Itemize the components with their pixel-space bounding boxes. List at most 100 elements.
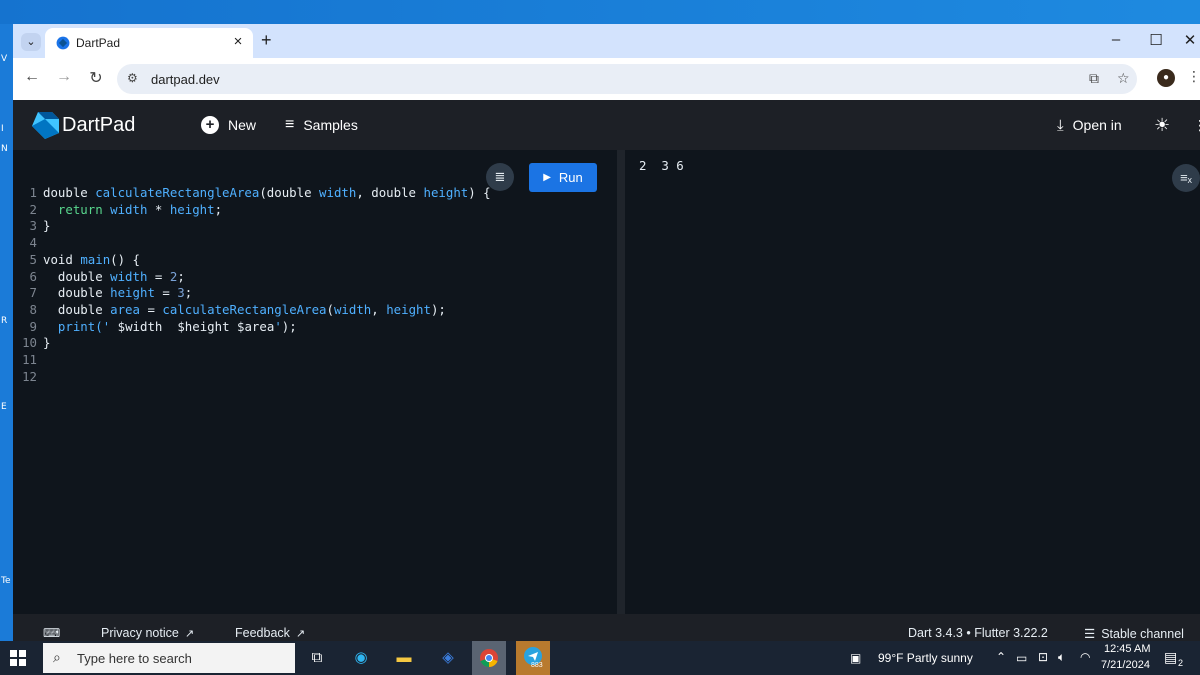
code-token: ;	[214, 201, 223, 217]
code-token: $height	[177, 318, 230, 334]
code-line[interactable]: 4	[13, 234, 43, 251]
profile-avatar[interactable]: ●	[1157, 69, 1175, 87]
format-button[interactable]: ≣	[486, 163, 514, 191]
samples-button[interactable]: ≡ Samples	[285, 100, 358, 150]
windows-start-icon[interactable]	[10, 650, 26, 666]
code-line[interactable]: 10}	[13, 334, 50, 351]
code-line[interactable]: 2 return width * height;	[13, 201, 223, 218]
browser-menu-icon[interactable]: ⋮	[1187, 68, 1200, 85]
desktop-background	[0, 0, 1200, 24]
tab-dartpad[interactable]: DartPad ×	[45, 28, 253, 58]
code-line[interactable]: 8 double area = calculateRectangleArea(w…	[13, 301, 446, 318]
battery-icon[interactable]: ▭	[1016, 651, 1027, 665]
code-token: width	[110, 201, 148, 217]
browser-toolbar: ← → ↻ ⚙ dartpad.dev ⧉ ☆ ● ⋮	[13, 58, 1200, 100]
volume-icon[interactable]: 🔈︎	[1058, 650, 1065, 665]
code-token: height	[423, 185, 469, 200]
tab-search-button[interactable]: ⌄	[21, 33, 41, 51]
code-line[interactable]: 6 double width = 2;	[13, 268, 185, 285]
line-number: 10	[22, 335, 37, 351]
desktop-icon-label: E	[1, 402, 7, 412]
code-token: ) {	[468, 185, 491, 200]
site-info-icon[interactable]: ⚙	[127, 71, 138, 85]
forward-icon[interactable]: →	[54, 68, 74, 86]
keyboard-icon[interactable]: ⌨	[43, 626, 60, 640]
app-store-icon[interactable]: ◈	[436, 646, 460, 670]
weather-text[interactable]: 99°F Partly sunny	[878, 651, 973, 665]
code-line[interactable]: 7 double height = 3;	[13, 284, 193, 301]
maximize-icon[interactable]: ☐	[1146, 31, 1166, 49]
meet-now-icon[interactable]: ⊡	[1038, 650, 1048, 664]
code-token: =	[139, 301, 163, 317]
feedback-link[interactable]: Feedback ↗	[235, 626, 305, 640]
code-token: ('	[95, 318, 118, 334]
code-editor[interactable]: 1 double calculateRectangleArea(double wi…	[13, 150, 617, 614]
open-in-button[interactable]: ⤓ Open in	[1057, 100, 1122, 150]
code-line[interactable]: 1 double calculateRectangleArea(double wi…	[13, 184, 491, 201]
more-menu-icon[interactable]: ⋮	[1193, 100, 1200, 150]
back-icon[interactable]: ←	[22, 68, 42, 86]
console-text: 2 3 6	[639, 158, 684, 173]
code-token: $width	[117, 318, 163, 334]
code-token: double	[43, 268, 111, 284]
code-token: height	[386, 301, 431, 317]
weather-icon[interactable]: ▣	[850, 651, 861, 665]
open-in-label: Open in	[1072, 117, 1122, 133]
feedback-label: Feedback	[235, 626, 290, 640]
minimize-icon[interactable]: –	[1106, 31, 1126, 48]
line-number: 3	[29, 218, 37, 234]
line-number: 8	[29, 301, 37, 317]
code-token: =	[154, 285, 178, 301]
task-view-icon[interactable]: ⧉	[305, 646, 329, 670]
tab-title: DartPad	[76, 36, 121, 50]
telegram-badge: 883	[531, 662, 543, 669]
line-number: 6	[29, 268, 37, 284]
chrome-icon	[480, 649, 498, 667]
chevron-up-icon[interactable]: ⌃	[996, 650, 1006, 664]
wifi-icon[interactable]: ◠	[1080, 650, 1090, 664]
code-token: height	[169, 201, 215, 217]
code-token: width	[319, 185, 357, 200]
new-label: New	[228, 117, 257, 133]
clock-time[interactable]: 12:45 AM	[1104, 643, 1150, 655]
code-line[interactable]: 12	[13, 368, 43, 385]
line-number: 1	[29, 185, 37, 200]
code-line[interactable]: 9 print(' $width $height $area');	[13, 318, 297, 335]
channel-selector[interactable]: ☰ Stable channel	[1084, 626, 1184, 642]
code-token: ,	[371, 301, 387, 317]
edge-browser-icon[interactable]: ◉	[349, 646, 373, 670]
reload-icon[interactable]: ↻	[86, 68, 106, 88]
desktop-icon-label: R	[1, 316, 8, 326]
tab-close-icon[interactable]: ×	[229, 33, 247, 50]
code-token: (	[326, 301, 334, 317]
chevron-down-icon: ⌄	[26, 36, 36, 48]
run-button[interactable]: ▶ Run	[529, 163, 597, 192]
line-number: 5	[29, 251, 37, 267]
install-app-icon[interactable]: ⧉	[1089, 70, 1099, 87]
new-button[interactable]: + New	[201, 100, 256, 150]
clear-console-button[interactable]: ≡ₓ	[1172, 164, 1200, 192]
chrome-taskbar-button[interactable]	[472, 641, 506, 675]
new-tab-button[interactable]: +	[261, 30, 272, 51]
dart-logo-icon	[32, 112, 59, 139]
clock-date[interactable]: 7/21/2024	[1101, 659, 1150, 671]
theme-toggle-icon[interactable]: ☀	[1154, 100, 1170, 150]
telegram-taskbar-button[interactable]: 883	[516, 641, 550, 675]
address-bar[interactable]: ⚙ dartpad.dev ⧉ ☆	[117, 64, 1137, 94]
code-token: calculateRectangleArea	[162, 301, 327, 317]
taskbar-search-box[interactable]: ⌕ Type here to search	[43, 643, 295, 673]
file-explorer-icon[interactable]: ▬	[392, 646, 416, 670]
panel-divider[interactable]	[617, 150, 625, 614]
code-token: 3	[177, 285, 185, 301]
code-line[interactable]: 11	[13, 351, 43, 368]
bookmark-star-icon[interactable]: ☆	[1117, 70, 1130, 87]
close-window-icon[interactable]: ✕	[1180, 31, 1200, 49]
samples-label: Samples	[303, 117, 358, 133]
privacy-notice-link[interactable]: Privacy notice ↗	[101, 626, 194, 640]
code-line[interactable]: 5 void main() {	[13, 251, 140, 268]
browser-window: ⌄ DartPad × + – ☐ ✕ ← → ↻ ⚙ dartpad.dev …	[13, 24, 1200, 641]
line-number: 9	[29, 318, 37, 334]
code-line[interactable]: 3}	[13, 217, 51, 234]
